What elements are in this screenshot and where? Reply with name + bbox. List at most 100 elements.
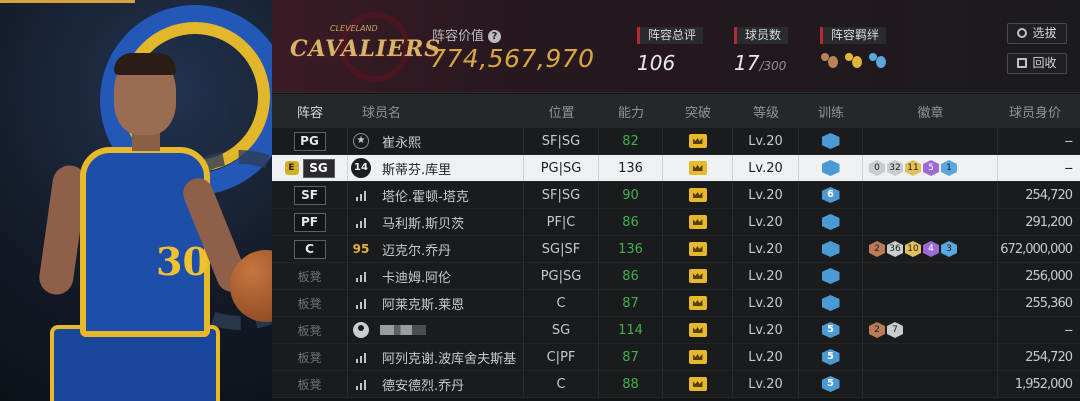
cell-level: Lv.20 [733, 182, 799, 208]
col-ability[interactable]: 能力 [599, 94, 663, 128]
training-icon[interactable] [821, 241, 840, 257]
crown-icon[interactable] [688, 242, 707, 256]
table-row[interactable]: 板凳 卡迪姆.阿伦 PG|SG 86 Lv.20 256,000 [272, 263, 1080, 290]
col-training[interactable]: 训练 [799, 94, 863, 128]
crown-icon[interactable] [688, 323, 707, 337]
cell-position: C|PF [524, 344, 599, 370]
crown-icon[interactable] [688, 377, 707, 391]
training-icon[interactable] [821, 214, 840, 230]
badge-icon[interactable]: 11 [905, 160, 921, 176]
training-icon[interactable]: 5 [821, 322, 840, 338]
table-row[interactable]: SF 塔伦.霍顿-塔克 SF|SG 90 Lv.20 6 254,720 [272, 182, 1080, 209]
table-row[interactable]: C 95 迈克尔.乔丹 SG|SF 136 Lv.20 2 36 10 4 3 672,000,000 [272, 236, 1080, 263]
captain-mark-icon: E [284, 161, 299, 175]
cell-ability: 87 [599, 290, 663, 316]
cell-slot: 板凳 [272, 371, 348, 397]
cell-ability: 90 [599, 182, 663, 208]
signal-bars-icon [356, 216, 366, 228]
select-button[interactable]: 选拔 [1007, 23, 1067, 44]
badge-icon[interactable]: 32 [887, 160, 903, 176]
training-icon[interactable]: 5 [821, 376, 840, 392]
bond-blue-icon[interactable] [868, 51, 887, 70]
col-badges[interactable]: 徽章 [863, 94, 998, 128]
cell-slot: 板凳 [272, 344, 348, 370]
table-row[interactable]: 板凳 阿列克谢.波库舍夫斯基 C|PF 87 Lv.20 5 254,720 [272, 344, 1080, 371]
badge-icon[interactable]: 2 [869, 241, 885, 257]
cell-price: 256,000 [1025, 268, 1073, 284]
cell-badges: 0 32 11 5 1 [863, 155, 998, 181]
signal-bars-icon [356, 189, 366, 201]
col-price[interactable]: 球员身价 [998, 94, 1080, 128]
cell-slot: C [272, 236, 348, 262]
cell-ability: 87 [599, 344, 663, 370]
crown-icon[interactable] [688, 188, 707, 202]
slot-badge: PG [293, 131, 326, 151]
cell-position: PG|SG [524, 155, 599, 181]
bond-bronze-icon[interactable] [820, 51, 839, 70]
cell-training [799, 209, 863, 235]
training-icon[interactable] [821, 268, 840, 284]
training-icon[interactable] [821, 295, 840, 311]
cell-position: SF|SG [524, 128, 599, 154]
cell-price: 255,360 [1025, 295, 1073, 311]
cell-level: Lv.20 [733, 155, 799, 181]
table-row[interactable]: 板凳 阿莱克斯.莱恩 C 87 Lv.20 255,360 [272, 290, 1080, 317]
crown-icon[interactable] [688, 296, 707, 310]
badge-icon[interactable]: 4 [923, 241, 939, 257]
cell-position: PF|C [524, 209, 599, 235]
badge-icon[interactable]: 36 [887, 241, 903, 257]
cell-player: 14 斯蒂芬.库里 [348, 155, 524, 181]
cell-player [348, 317, 524, 343]
cell-training [799, 236, 863, 262]
cell-level: Lv.20 [733, 263, 799, 289]
cell-position: SG|SF [524, 236, 599, 262]
badge-icon[interactable]: 2 [869, 322, 885, 338]
training-icon[interactable]: 5 [821, 349, 840, 365]
col-breakthrough[interactable]: 突破 [663, 94, 733, 128]
col-level[interactable]: 等级 [733, 94, 799, 128]
table-row[interactable]: PF 马利斯.斯贝茨 PF|C 86 Lv.20 291,200 [272, 209, 1080, 236]
table-row[interactable]: 板凳 德安德烈.乔丹 C 88 Lv.20 5 1,952,000 [272, 371, 1080, 398]
table-row[interactable]: 板凳 SG 114 Lv.20 5 2 7 -- [272, 317, 1080, 344]
badge-icon[interactable]: 0 [869, 160, 885, 176]
cell-breakthrough [663, 155, 733, 181]
help-icon[interactable]: ? [488, 30, 502, 43]
cell-training [799, 290, 863, 316]
training-icon[interactable] [821, 160, 840, 176]
cell-level: Lv.20 [733, 344, 799, 370]
table-row[interactable]: PG ★ 崔永熙 SF|SG 82 Lv.20 -- [272, 128, 1080, 155]
team-logo: CLEVELAND CAVALIERS [290, 10, 440, 82]
player-portrait: 30 [37, 53, 272, 401]
cell-training [799, 263, 863, 289]
badge-icon[interactable]: 5 [923, 160, 939, 176]
cell-badges: 27 [863, 317, 998, 343]
crown-icon[interactable] [688, 215, 707, 229]
player-art-panel: 30 [0, 0, 272, 401]
cell-training: 5 [799, 317, 863, 343]
col-position[interactable]: 位置 [524, 94, 599, 128]
badge-icon[interactable]: 3 [941, 241, 957, 257]
table-row[interactable]: E SG 14 斯蒂芬.库里 PG|SG 136 Lv.20 0 32 11 5 1 -- [272, 155, 1080, 182]
badge-icon[interactable]: 1 [941, 160, 957, 176]
cell-level: Lv.20 [733, 317, 799, 343]
badge-icon[interactable]: 7 [887, 322, 903, 338]
signal-bars-icon [356, 351, 366, 363]
stat-player-count: 球员数 17/300 [734, 27, 789, 75]
crown-icon[interactable] [688, 269, 707, 283]
bond-gold-icon[interactable] [844, 51, 863, 70]
crown-icon[interactable] [688, 134, 707, 148]
roster-table: 阵容 球员名 位置 能力 突破 等级 训练 徽章 球员身价 PG ★ 崔永熙 SF|S… [272, 94, 1080, 398]
training-icon[interactable]: 6 [821, 187, 840, 203]
cell-badges [863, 128, 998, 154]
slot-badge: SG [302, 158, 335, 178]
training-icon[interactable] [821, 133, 840, 149]
recycle-button[interactable]: 回收 [1007, 53, 1067, 74]
cell-price: 1,952,000 [1014, 376, 1073, 392]
badge-icon[interactable]: 10 [905, 241, 921, 257]
slot-label: 板凳 [297, 296, 322, 311]
crown-icon[interactable] [688, 350, 707, 364]
slot-label: 板凳 [297, 377, 322, 392]
col-player-name[interactable]: 球员名 [348, 94, 524, 128]
crown-icon[interactable] [688, 161, 707, 175]
col-lineup[interactable]: 阵容 [272, 94, 348, 128]
